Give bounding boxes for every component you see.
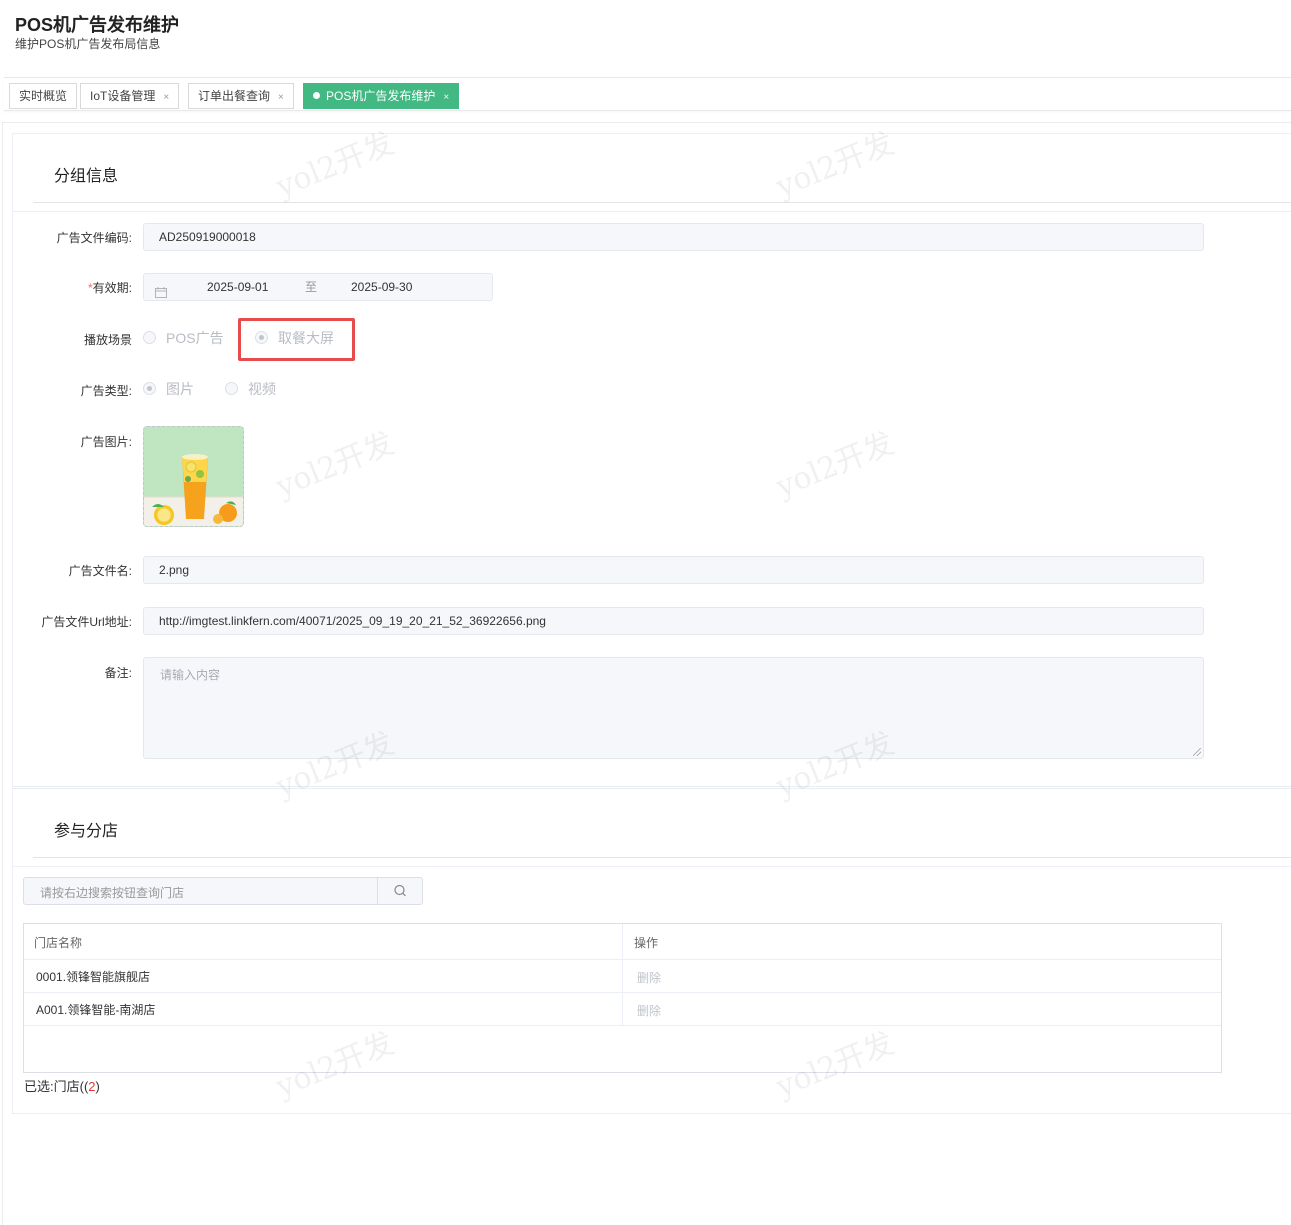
selected-suffix: ) <box>95 1079 100 1094</box>
validity-label: *有效期: <box>0 279 132 296</box>
juice-drink-image <box>144 427 243 526</box>
close-icon[interactable]: × <box>278 92 284 103</box>
group-info-title: 分组信息 <box>54 168 119 185</box>
selected-store-count: 已选:门店((2) <box>24 1076 100 1095</box>
divider <box>13 866 1291 867</box>
url-field[interactable]: http://imgtest.linkfern.com/40071/2025_0… <box>143 607 1204 635</box>
page-header: POS机广告发布维护 维护POS机广告发布局信息 <box>0 0 1291 68</box>
scene-label: 播放场景 <box>83 333 132 347</box>
resize-handle-icon[interactable] <box>1193 748 1201 756</box>
selected-count: 2 <box>88 1079 96 1094</box>
tab-label: POS机广告发布维护 <box>326 89 436 103</box>
column-header-action: 操作 <box>634 936 659 950</box>
page-title: POS机广告发布维护 <box>15 15 180 35</box>
validity-date-range[interactable]: 2025-09-01 至 2025-09-30 <box>143 273 493 301</box>
ad-code-field[interactable]: AD250919000018 <box>143 223 1204 251</box>
type-radio-image[interactable]: 图片 <box>143 379 194 399</box>
radio-circle-icon <box>225 382 238 395</box>
radio-label: 图片 <box>166 381 194 397</box>
delete-link[interactable]: 删除 <box>637 969 661 986</box>
ad-image-thumbnail[interactable] <box>143 426 244 527</box>
radio-checked-icon <box>143 382 156 395</box>
store-search-input[interactable]: 请按右边搜索按钮查询门店 <box>23 877 423 905</box>
stores-title: 参与分店 <box>54 823 119 840</box>
radio-label: POS广告 <box>166 330 224 346</box>
remark-label: 备注: <box>104 666 132 680</box>
ad-type-label: 广告类型: <box>80 384 132 398</box>
validity-end[interactable]: 2025-09-30 <box>351 274 412 300</box>
filename-label: 广告文件名: <box>68 564 132 578</box>
stores-table: 门店名称 操作 0001.领锋智能旗舰店 删除 A001.领锋智能-南湖店 删除 <box>23 923 1222 1073</box>
tab-label: IoT设备管理 <box>90 89 156 103</box>
divider <box>13 211 1291 212</box>
search-icon <box>394 884 406 897</box>
divider <box>33 202 1291 203</box>
delete-link[interactable]: 删除 <box>637 1002 661 1019</box>
validity-start[interactable]: 2025-09-01 <box>207 274 268 300</box>
tab-pos-ad[interactable]: POS机广告发布维护 × <box>303 83 460 109</box>
filename-field[interactable]: 2.png <box>143 556 1204 584</box>
search-placeholder: 请按右边搜索按钮查询门店 <box>40 886 185 900</box>
remark-textarea[interactable]: 请输入内容 <box>143 657 1204 759</box>
type-radio-video[interactable]: 视频 <box>225 379 276 399</box>
column-header-store-name: 门店名称 <box>34 936 83 950</box>
close-icon[interactable]: × <box>163 92 169 103</box>
store-name-cell: A001.领锋智能-南湖店 <box>36 1003 156 1017</box>
active-dot-icon <box>313 92 320 99</box>
calendar-icon <box>155 281 167 298</box>
tab-order-query[interactable]: 订单出餐查询 × <box>188 83 294 109</box>
store-name-cell: 0001.领锋智能旗舰店 <box>36 970 151 984</box>
column-divider <box>622 924 623 1026</box>
validity-separator: 至 <box>305 280 318 294</box>
tab-label: 订单出餐查询 <box>198 89 271 103</box>
tab-realtime-overview[interactable]: 实时概览 <box>9 83 78 109</box>
close-icon[interactable]: × <box>443 92 449 103</box>
highlight-box <box>238 318 355 361</box>
validity-label-text: 有效期: <box>92 281 132 295</box>
divider <box>33 857 1291 858</box>
radio-label: 视频 <box>248 381 276 397</box>
url-label: 广告文件Url地址: <box>41 615 132 629</box>
tab-bar: 实时概览 IoT设备管理 × 订单出餐查询 × POS机广告发布维护 × <box>4 77 1291 111</box>
page-subtitle: 维护POS机广告发布局信息 <box>15 37 161 51</box>
remark-placeholder: 请输入内容 <box>160 668 221 682</box>
ad-image-label: 广告图片: <box>80 435 132 449</box>
ad-code-label: 广告文件编码: <box>56 231 132 245</box>
search-button[interactable] <box>377 878 422 904</box>
tab-label: 实时概览 <box>19 89 68 103</box>
tab-iot-device[interactable]: IoT设备管理 × <box>80 83 180 109</box>
radio-circle-icon <box>143 331 156 344</box>
selected-prefix: 已选:门店(( <box>24 1079 89 1094</box>
scene-radio-pos-ad[interactable]: POS广告 <box>143 328 224 348</box>
